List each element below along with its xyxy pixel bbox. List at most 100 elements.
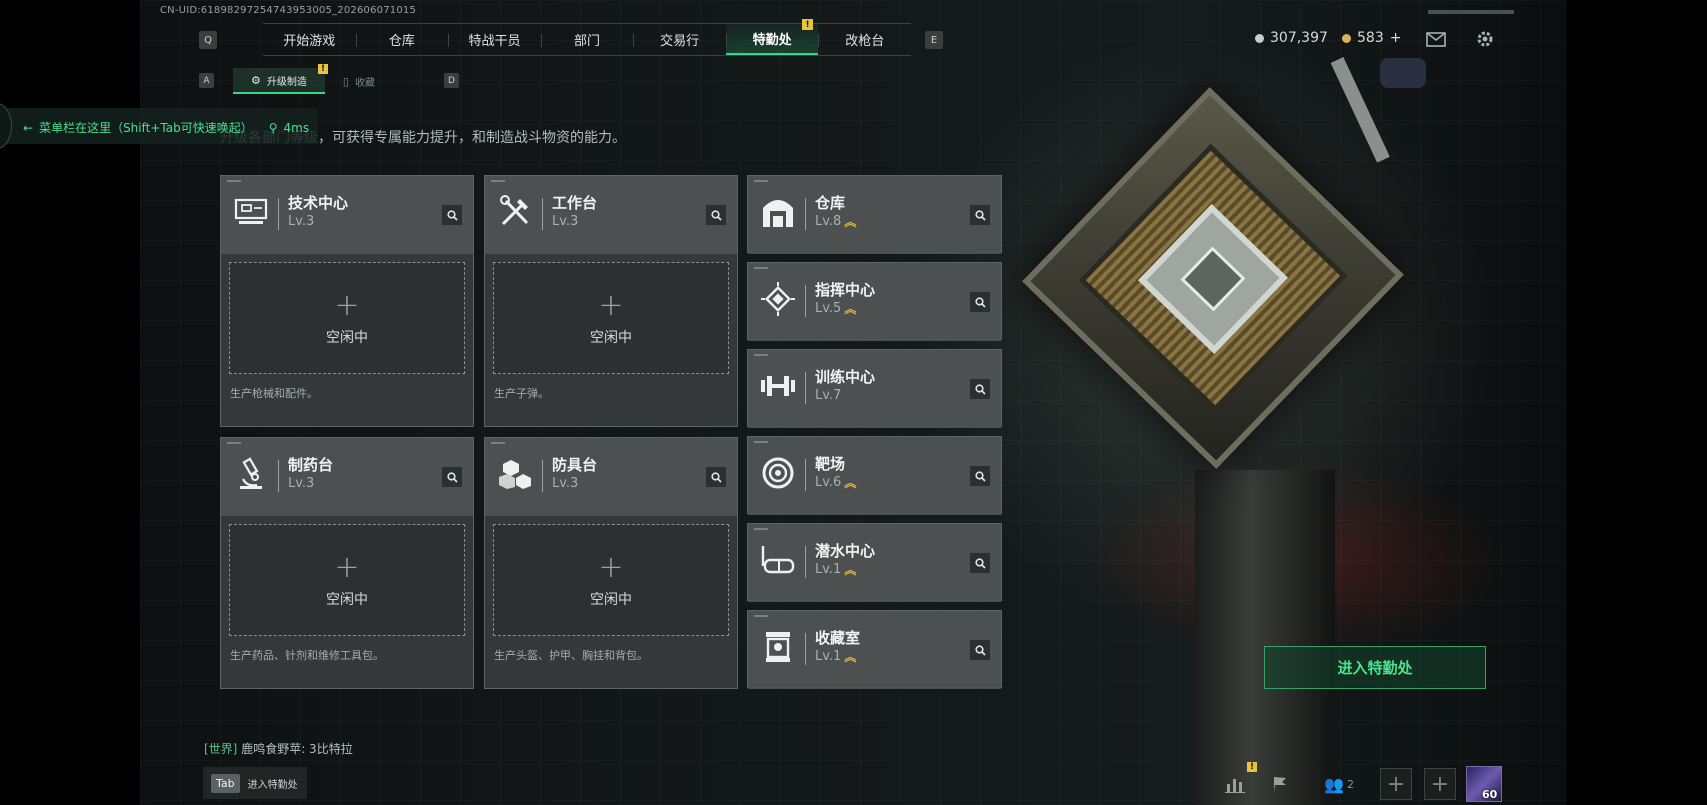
menu-knob[interactable] (0, 103, 12, 149)
letterbox-right (1567, 0, 1707, 805)
settings-gear-icon[interactable] (1474, 28, 1496, 50)
facility-card-command-center[interactable]: 指挥中心 Lv.5 ︽ (747, 262, 1002, 341)
subnav-prev-key[interactable]: A (199, 73, 214, 88)
subtab-upgrade-craft[interactable]: ⚙ 升级制造 (233, 68, 325, 94)
friends-button[interactable]: 👥 2 (1316, 768, 1362, 800)
craft-slot[interactable]: + 空闲中 (229, 524, 465, 636)
add-party-slot-2[interactable]: + (1424, 768, 1456, 800)
upgrade-arrow-icon: ︽ (844, 214, 857, 229)
tab-trading[interactable]: 交易行 (633, 24, 726, 55)
wifi-icon: ⚲ (268, 120, 278, 135)
card-header: 靶场 Lv.6 ︽ (748, 437, 1001, 515)
search-icon[interactable] (705, 466, 727, 488)
craft-slot[interactable]: + 空闲中 (493, 262, 729, 374)
search-icon[interactable] (705, 204, 727, 226)
mail-icon[interactable] (1425, 28, 1447, 50)
search-icon[interactable] (969, 378, 991, 400)
nav-next-key[interactable]: E (925, 31, 943, 49)
card-separator (805, 285, 806, 317)
card-header: 指挥中心 Lv.5 ︽ (748, 263, 1001, 341)
dumbbell-icon (760, 368, 796, 404)
card-level: Lv.8 (815, 214, 842, 229)
plus-icon: + (598, 288, 624, 323)
card-tag (227, 180, 241, 182)
menu-hint-label: 菜单栏在这里（Shift+Tab可快速唤起） (39, 121, 253, 135)
tab-gunsmith[interactable]: 改枪台 (818, 24, 911, 55)
facility-card-shooting-range[interactable]: 靶场 Lv.6 ︽ (747, 436, 1002, 515)
world-chat[interactable]: [世界] 鹿鸣食野苹: 3比特拉 (204, 740, 353, 757)
facility-card-warehouse[interactable]: 仓库 Lv.8 ︽ (747, 175, 1002, 254)
card-header: 制药台 Lv.3 (221, 438, 473, 516)
gold-coin-icon (1342, 33, 1351, 43)
flag-icon[interactable] (1264, 768, 1296, 800)
search-icon[interactable] (969, 639, 991, 661)
player-uid: CN-UID:6189829725474395300​5_20260607101… (160, 5, 417, 16)
card-separator (805, 546, 806, 578)
chat-message: 鹿鸣食野苹: 3比特拉 (241, 742, 353, 756)
stats-chart-icon[interactable] (1219, 768, 1251, 800)
collection-icon: ▯ (342, 74, 349, 88)
menu-hint-banner[interactable]: ← 菜单栏在这里（Shift+Tab可快速唤起） ⚲ 4ms (0, 103, 318, 149)
card-level: Lv.7 (815, 388, 842, 403)
card-header: 仓库 Lv.8 ︽ (748, 176, 1001, 254)
tab-warehouse[interactable]: 仓库 (355, 24, 449, 55)
card-description: 生产头盔、护甲、胸挂和背包。 (494, 649, 648, 662)
card-header: 收藏室 Lv.1 ︽ (748, 611, 1001, 689)
subtab-collection-label: 收藏 (354, 77, 375, 89)
search-icon[interactable] (441, 204, 463, 226)
card-separator (805, 459, 806, 491)
plus-icon: + (598, 550, 624, 585)
main-nav: 开始游戏 仓库 特战干员 部门 交易行 特勤处 改枪台 (263, 23, 911, 56)
card-level-row: Lv.5 ︽ (815, 301, 856, 316)
card-name: 工作台 (552, 194, 598, 212)
facility-card-collection-room[interactable]: 收藏室 Lv.1 ︽ (747, 610, 1002, 689)
search-icon[interactable] (969, 204, 991, 226)
card-level: Lv.3 (288, 476, 315, 491)
top-right-decor (1428, 10, 1514, 14)
card-header: 工作台 Lv.3 (485, 176, 737, 254)
card-tag (754, 354, 768, 356)
gold-currency: 583 + (1342, 30, 1401, 46)
search-icon[interactable] (441, 466, 463, 488)
upgrade-arrow-icon: ︽ (844, 649, 857, 664)
card-level-row: Lv.1 ︽ (815, 562, 856, 577)
search-icon[interactable] (969, 552, 991, 574)
card-header: 训练中心 Lv.7 (748, 350, 1001, 428)
card-level: Lv.3 (288, 214, 315, 229)
card-level: Lv.5 (815, 301, 842, 316)
craft-slot[interactable]: + 空闲中 (229, 262, 465, 374)
subtab-upgrade-craft-label: 升级制造 (266, 76, 307, 88)
facility-card-diving-center[interactable]: 潜水中心 Lv.1 ︽ (747, 523, 1002, 602)
card-description: 生产药品、针剂和维修工具包。 (230, 649, 384, 662)
tab-shortcut-hint[interactable]: Tab 进入特勤处 (203, 767, 307, 799)
card-level-row: Lv.6 ︽ (815, 475, 856, 490)
subnav-next-key[interactable]: D (444, 73, 459, 88)
card-name: 防具台 (552, 456, 598, 474)
slot-status: 空闲中 (326, 592, 368, 608)
gold-add-button[interactable]: + (1390, 30, 1402, 46)
arrow-left-icon: ← (23, 120, 34, 135)
card-name: 制药台 (288, 456, 334, 474)
nav-prev-key[interactable]: Q (199, 31, 217, 49)
diving-mask-icon (760, 542, 796, 578)
subtab-collection[interactable]: ▯ 收藏 (325, 68, 393, 94)
card-separator (805, 372, 806, 404)
target-icon (760, 455, 796, 491)
craft-slot[interactable]: + 空闲中 (493, 524, 729, 636)
card-level: Lv.6 (815, 475, 842, 490)
search-icon[interactable] (969, 465, 991, 487)
enter-special-ops-button[interactable]: 进入特勤处 (1264, 646, 1486, 689)
tab-operators[interactable]: 特战干员 (448, 24, 541, 55)
craft-icon: ⚙ (251, 73, 261, 87)
machine-pillar (1195, 470, 1335, 805)
production-card-pharmacy: 制药台 Lv.3 + 空闲中 生产药品、针剂和维修工具包。 (220, 437, 474, 689)
robot-arm-head (1380, 58, 1426, 88)
card-name: 仓库 (815, 194, 846, 212)
tab-start-game[interactable]: 开始游戏 (263, 24, 356, 55)
showcase-icon (760, 629, 796, 665)
facility-card-training-center[interactable]: 训练中心 Lv.7 (747, 349, 1002, 428)
add-party-slot-1[interactable]: + (1380, 768, 1412, 800)
card-name: 训练中心 (815, 368, 876, 386)
tab-departments[interactable]: 部门 (540, 24, 634, 55)
search-icon[interactable] (969, 291, 991, 313)
